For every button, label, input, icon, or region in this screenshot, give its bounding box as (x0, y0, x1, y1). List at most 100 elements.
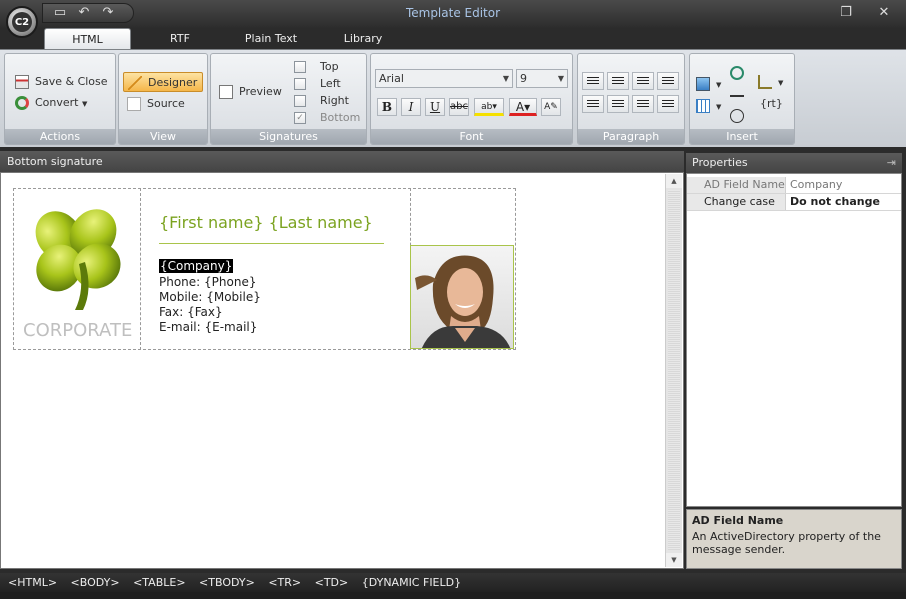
scroll-up-icon[interactable]: ▲ (666, 174, 682, 188)
tag-html[interactable]: <HTML> (8, 576, 57, 589)
align-left-icon (587, 77, 599, 86)
insert-table-button[interactable]: ▼ (696, 96, 721, 116)
properties-title: Properties (692, 156, 748, 169)
tag-table[interactable]: <TABLE> (133, 576, 185, 589)
tag-path-statusbar: <HTML> <BODY> <TABLE> <TBODY> <TR> <TD> … (0, 573, 906, 592)
convert-icon (15, 96, 29, 110)
person-photo[interactable] (410, 245, 514, 349)
underline-button[interactable]: U (425, 98, 445, 116)
view-caption: View (119, 129, 207, 144)
align-left-button[interactable] (582, 72, 604, 90)
tab-html[interactable]: HTML (44, 28, 131, 50)
designer-button[interactable]: Designer (123, 72, 203, 92)
highlight-button[interactable]: ab▾ (474, 98, 504, 116)
tab-plain-text[interactable]: Plain Text (236, 28, 306, 50)
indent-icon (662, 100, 674, 109)
source-button[interactable]: Source (127, 94, 185, 114)
tab-rtf[interactable]: RTF (150, 28, 210, 50)
preview-button[interactable]: Preview (219, 82, 282, 102)
editor-header: Bottom signature (0, 151, 684, 172)
insert-field-button[interactable]: ▼ (758, 72, 783, 92)
close-icon[interactable]: ✕ (875, 5, 893, 21)
right-checkbox[interactable] (294, 95, 306, 107)
tag-tbody[interactable]: <TBODY> (199, 576, 255, 589)
actions-caption: Actions (5, 129, 115, 144)
insert-line-button[interactable] (730, 86, 750, 106)
insert-hyperlink-button[interactable] (730, 63, 750, 83)
numbered-list-button[interactable] (607, 95, 629, 113)
strikethrough-button[interactable]: abc (449, 98, 469, 116)
app-logo-text: C2 (12, 12, 32, 32)
font-size-select[interactable]: 9 ▼ (516, 69, 568, 88)
bottom-checkbox[interactable]: ✓ (294, 112, 306, 124)
bullet-list-icon (587, 100, 599, 109)
property-value[interactable]: Company (787, 177, 901, 193)
justify-button[interactable] (657, 72, 679, 90)
numbered-list-icon (612, 100, 624, 109)
company-field[interactable]: {Company} (159, 259, 234, 273)
outdent-icon (637, 100, 649, 109)
insert-symbol-button[interactable] (730, 106, 750, 126)
insert-image-button[interactable]: ▼ (696, 74, 721, 94)
name-underline (159, 243, 384, 244)
scroll-track[interactable] (668, 190, 680, 550)
font-color-button[interactable]: A▾ (509, 98, 537, 116)
signature-name-field[interactable]: {First name} {Last name} (159, 213, 373, 232)
description-text: An ActiveDirectory property of the messa… (692, 530, 881, 556)
table-icon (696, 99, 710, 113)
property-row[interactable]: Change case Do not change (687, 194, 901, 211)
bold-button[interactable]: B (377, 98, 397, 116)
font-family-value: Arial (379, 72, 404, 85)
signature-editor[interactable]: CORPORATE {First name} {Last name} {Comp… (0, 172, 684, 569)
cell-divider (140, 188, 141, 350)
source-label: Source (147, 97, 185, 110)
scroll-down-icon[interactable]: ▼ (666, 553, 682, 567)
editor-vertical-scrollbar[interactable]: ▲ ▼ (665, 174, 682, 567)
restore-icon[interactable]: ❐ (837, 5, 855, 21)
font-family-select[interactable]: Arial ▼ (375, 69, 513, 88)
source-icon (127, 97, 141, 111)
email-field[interactable]: E-mail: {E-mail} (159, 320, 257, 335)
tag-body[interactable]: <BODY> (71, 576, 120, 589)
designer-label: Designer (148, 76, 198, 89)
italic-button[interactable]: I (401, 98, 421, 116)
top-checkbox[interactable] (294, 61, 306, 73)
property-key: AD Field Name (687, 177, 786, 193)
chevron-down-icon: ▼ (778, 79, 784, 87)
align-right-button[interactable] (632, 72, 654, 90)
clear-format-button[interactable]: A✎ (541, 98, 561, 116)
fax-field[interactable]: Fax: {Fax} (159, 305, 223, 320)
chevron-down-icon: ▼ (716, 103, 722, 111)
convert-button[interactable]: Convert ▼ (15, 93, 87, 113)
tab-library[interactable]: Library (335, 28, 391, 50)
tab-bar: HTML RTF Plain Text Library (0, 28, 906, 50)
bullet-list-button[interactable] (582, 95, 604, 113)
property-row[interactable]: AD Field Name Company (687, 177, 901, 194)
property-value[interactable]: Do not change (787, 194, 901, 210)
tag-td[interactable]: <TD> (315, 576, 349, 589)
insert-rt-button[interactable]: {rt} (760, 94, 783, 114)
top-label: Top (320, 60, 339, 73)
chevron-down-icon: ▼ (716, 81, 722, 89)
font-size-value: 9 (520, 72, 527, 85)
field-tree-icon (758, 75, 772, 89)
indent-button[interactable] (657, 95, 679, 113)
left-checkbox[interactable] (294, 78, 306, 90)
tag-tr[interactable]: <TR> (268, 576, 301, 589)
properties-header: Properties ⇥ (686, 153, 902, 173)
group-signatures: Preview Top Left Right ✓ Bottom Signatur… (210, 53, 367, 145)
chevron-down-icon: ▼ (557, 74, 564, 83)
chevron-down-icon: ▼ (502, 74, 509, 83)
outdent-button[interactable] (632, 95, 654, 113)
save-close-icon (15, 75, 29, 89)
pin-icon[interactable]: ⇥ (887, 153, 896, 173)
mobile-field[interactable]: Mobile: {Mobile} (159, 290, 261, 305)
tag-dynamic-field[interactable]: {DYNAMIC FIELD} (362, 576, 461, 589)
save-close-button[interactable]: Save & Close (15, 72, 108, 92)
app-logo-button[interactable]: C2 (6, 6, 38, 38)
properties-grid: AD Field Name Company Change case Do not… (686, 173, 902, 507)
corporate-logo[interactable]: CORPORATE (19, 198, 134, 348)
align-center-button[interactable] (607, 72, 629, 90)
window-bottom-edge (0, 592, 906, 599)
phone-field[interactable]: Phone: {Phone} (159, 275, 256, 290)
